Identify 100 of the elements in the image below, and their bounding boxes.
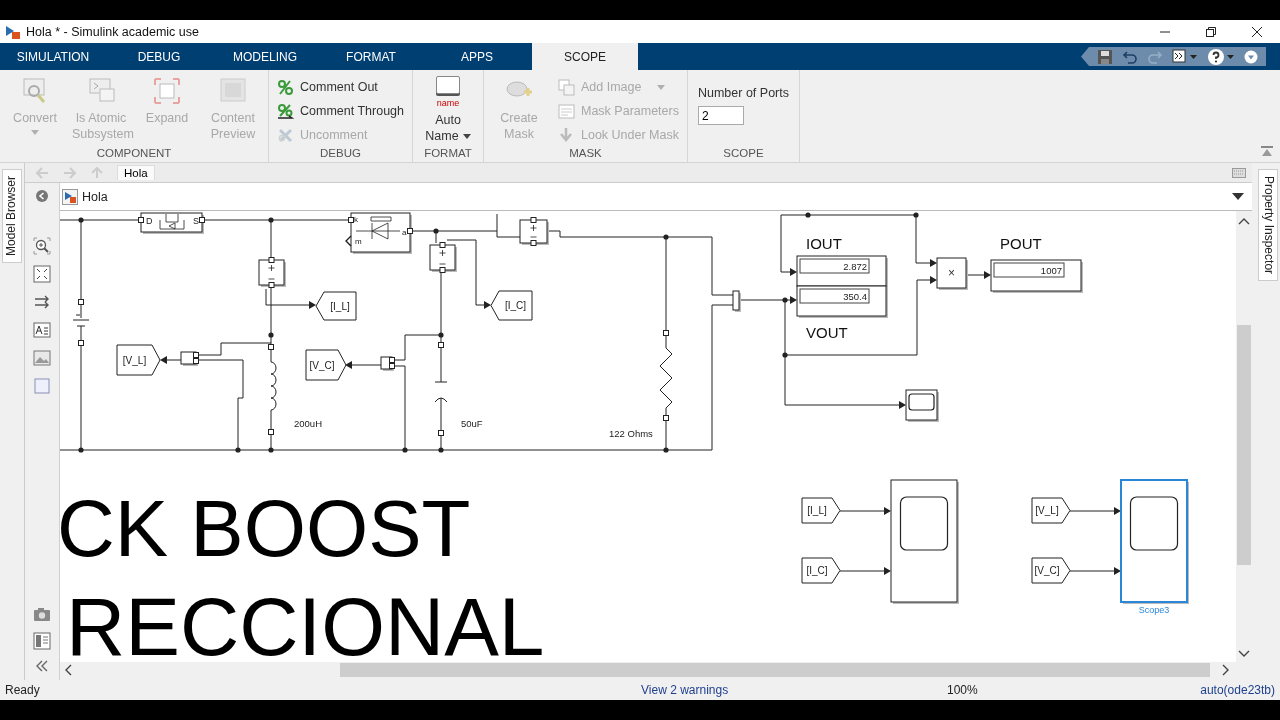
model-browser-tab[interactable]: Model Browser: [2, 169, 22, 264]
annotation-text: CK BOOST: [60, 484, 471, 573]
goto-tag: [I_L]: [315, 291, 357, 321]
goto-tag: [V_C]: [305, 349, 347, 381]
field-label: Number of Ports: [697, 86, 789, 100]
section-title: MASK: [568, 146, 603, 161]
junction-dot: [78, 447, 84, 453]
signal-arrow: [1069, 567, 1121, 575]
fit-view-icon[interactable]: [33, 265, 51, 283]
ribbon-button[interactable]: Comment Through: [273, 99, 408, 123]
sensor-block: [258, 257, 286, 288]
ribbon-tab[interactable]: SIMULATION: [0, 43, 106, 70]
report-icon[interactable]: [33, 632, 51, 650]
keyboard-icon[interactable]: [1232, 167, 1246, 178]
display-block: 2.872: [796, 255, 888, 288]
breadcrumb-tab[interactable]: Hola: [117, 165, 155, 180]
property-inspector-tab[interactable]: Property Inspector: [1258, 169, 1278, 282]
signal-arrow: [345, 361, 382, 369]
dropdown-icon[interactable]: [1232, 192, 1244, 201]
help-icon[interactable]: [1207, 47, 1235, 66]
camera-icon[interactable]: [33, 606, 51, 622]
parameter-label: 122 Ohms: [609, 428, 653, 439]
menu-icon[interactable]: [1244, 49, 1258, 64]
parameters-icon: [558, 102, 575, 120]
back-icon[interactable]: [35, 189, 49, 203]
ribbon-button[interactable]: Comment Out: [273, 75, 408, 99]
ribbon-tab[interactable]: FORMAT: [318, 43, 424, 70]
junction-dot: [268, 447, 274, 453]
annotation-icon[interactable]: [33, 321, 51, 339]
goto-tag: [I_C]: [490, 290, 533, 321]
from-tag: [I_C]: [801, 557, 841, 584]
signal-arrow: [160, 356, 182, 364]
junction-dot: [268, 217, 274, 223]
from-tag: [I_L]: [801, 497, 841, 524]
save-icon[interactable]: [1097, 48, 1113, 65]
junction-dot: [782, 352, 788, 358]
ribbon-tab[interactable]: DEBUG: [106, 43, 212, 70]
image-icon: [558, 78, 575, 96]
signal-arrow: [265, 288, 316, 309]
mux-block: [732, 290, 741, 312]
junction-dot: [268, 332, 274, 338]
comment-icon: [277, 78, 294, 96]
warnings-link[interactable]: View 2 warnings: [641, 683, 729, 697]
zoom-level: 100%: [947, 683, 978, 697]
window-title: Hola * - Simulink academic use: [26, 24, 199, 39]
junction-dot: [438, 447, 444, 453]
junction-dot: [433, 228, 439, 234]
display-title: POUT: [1000, 235, 1042, 252]
zoom-icon[interactable]: [33, 237, 51, 255]
junction-dot: [782, 297, 788, 303]
parameter-label: 200uH: [294, 418, 322, 429]
junction-dot: [402, 447, 408, 453]
ribbon-button[interactable]: name Auto Name: [417, 70, 479, 145]
compare-icon[interactable]: [1172, 48, 1198, 65]
solver-link[interactable]: auto(ode23tb): [1200, 683, 1275, 697]
signal-arrow: [1069, 507, 1121, 515]
goto-tag: [V_L]: [116, 344, 161, 376]
section-title: FORMAT: [423, 146, 473, 161]
expand-icon: [152, 76, 182, 106]
scroll-up-icon[interactable]: [1238, 217, 1250, 225]
ribbon-tab[interactable]: SCOPE: [532, 43, 638, 70]
from-tag: [V_C]: [1031, 557, 1071, 584]
annotation-text: RECCIONAL: [66, 581, 545, 662]
arrows-icon[interactable]: [33, 293, 51, 311]
collapse-left-icon[interactable]: [35, 660, 49, 672]
status-text: Ready: [5, 683, 40, 697]
product-block: ×: [936, 257, 968, 290]
mosfet-block: D S: [138, 212, 205, 234]
battery-symbol: [72, 299, 90, 346]
signal-arrow: [446, 239, 491, 309]
connector-block: [180, 351, 199, 366]
scrollbar-thumb[interactable]: [340, 663, 1210, 677]
junction-dot: [913, 212, 919, 218]
collapse-icon[interactable]: [1260, 146, 1274, 158]
parameter-label: 50uF: [461, 418, 483, 429]
signal-arrow: [839, 567, 891, 575]
scroll-right-icon[interactable]: [1222, 664, 1230, 676]
display-title: VOUT: [806, 324, 848, 341]
ribbon-tab[interactable]: MODELING: [212, 43, 318, 70]
sensor-block: [519, 217, 549, 246]
comment-through-icon: [277, 102, 294, 120]
uncomment-icon: [277, 126, 294, 144]
junction-dot: [663, 234, 669, 240]
display-title: IOUT: [806, 235, 842, 252]
ports-field[interactable]: 2: [697, 106, 744, 125]
sensor-block: [429, 242, 457, 273]
section-title: SCOPE: [722, 146, 765, 161]
connector-block: [380, 356, 395, 371]
down-arrow-icon: [558, 126, 575, 144]
scrollbar-thumb[interactable]: [1237, 325, 1251, 565]
close-icon[interactable]: [1251, 25, 1263, 38]
restore-icon[interactable]: [1205, 25, 1217, 38]
scroll-left-icon[interactable]: [64, 664, 72, 676]
scroll-down-icon[interactable]: [1238, 650, 1250, 658]
junction-dot: [663, 447, 669, 453]
display-block: 1007: [990, 259, 1083, 293]
section-title: COMPONENT: [95, 146, 173, 161]
undo-icon[interactable]: [1122, 48, 1138, 65]
ribbon-tab[interactable]: APPS: [424, 43, 530, 70]
image-icon[interactable]: [33, 349, 51, 367]
